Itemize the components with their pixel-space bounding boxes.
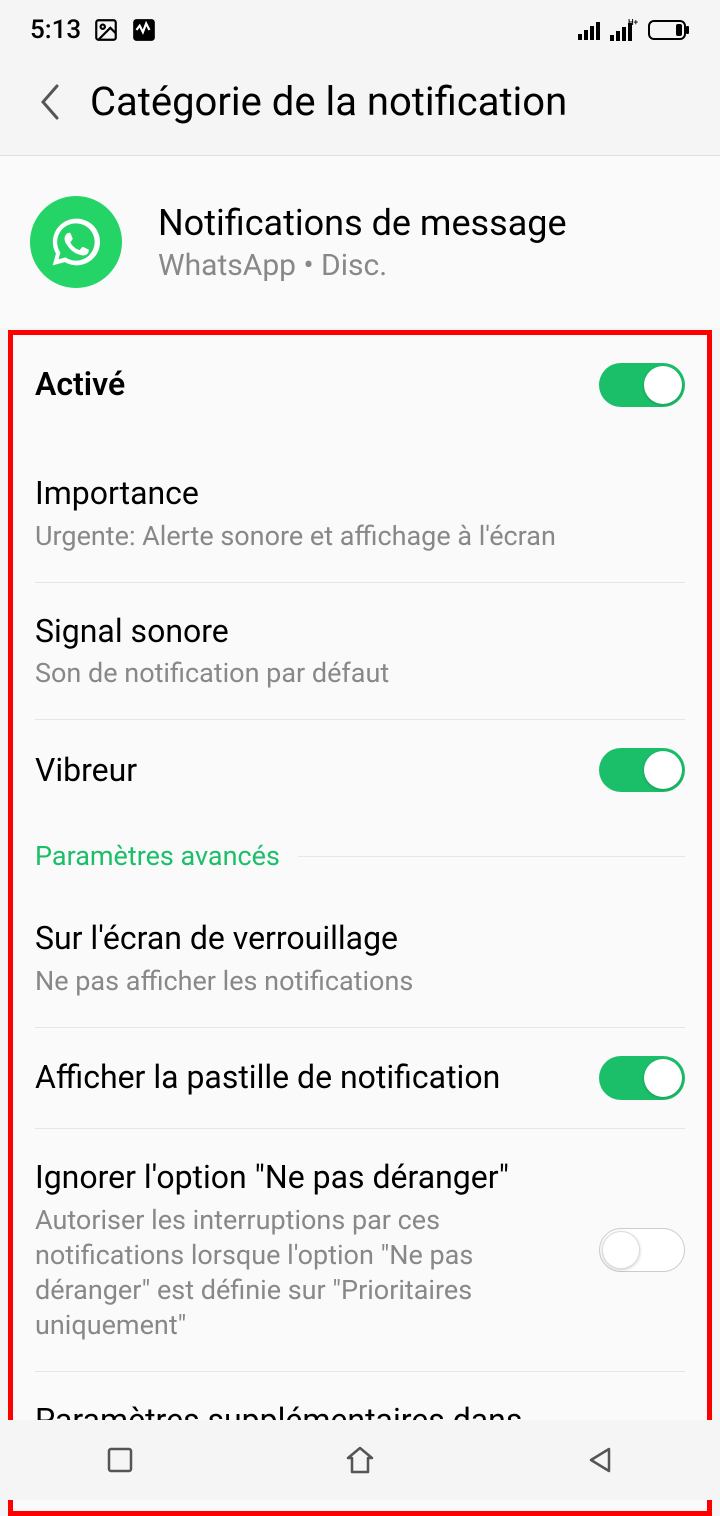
row-dnd[interactable]: Ignorer l'option "Ne pas déranger" Autor… (35, 1129, 685, 1372)
recent-apps-button[interactable] (100, 1440, 140, 1480)
app-header-section: Notifications de message WhatsApp • Disc… (0, 156, 720, 328)
channel-title: Notifications de message (158, 202, 567, 244)
row-vibrate[interactable]: Vibreur (35, 720, 685, 820)
activity-icon (131, 17, 157, 43)
home-button[interactable] (340, 1440, 380, 1480)
row-sound[interactable]: Signal sonore Son de notification par dé… (35, 583, 685, 721)
toggle-vibrate[interactable] (599, 748, 685, 792)
home-icon (344, 1444, 376, 1476)
channel-subtitle: WhatsApp • Disc. (158, 248, 567, 283)
whatsapp-icon (30, 196, 122, 288)
lockscreen-title: Sur l'écran de verrouillage (35, 918, 665, 960)
dnd-sub: Autoriser les interruptions par ces noti… (35, 1203, 579, 1343)
status-bar: 5:13 H+ (0, 0, 720, 60)
row-importance[interactable]: Importance Urgente: Alerte sonore et aff… (35, 435, 685, 583)
system-navbar (0, 1420, 720, 1500)
triangle-left-icon (585, 1445, 615, 1475)
sound-sub: Son de notification par défaut (35, 656, 665, 691)
toggle-dnd[interactable] (599, 1228, 685, 1272)
app-info: Notifications de message WhatsApp • Disc… (158, 202, 567, 283)
status-left: 5:13 (30, 15, 157, 45)
lockscreen-sub: Ne pas afficher les notifications (35, 964, 665, 999)
enabled-label: Activé (35, 364, 579, 406)
back-nav-button[interactable] (580, 1440, 620, 1480)
square-icon (105, 1445, 135, 1475)
row-badge[interactable]: Afficher la pastille de notification (35, 1028, 685, 1129)
importance-sub: Urgente: Alerte sonore et affichage à l'… (35, 519, 665, 554)
photo-icon (93, 17, 119, 43)
settings-panel: Activé Importance Urgente: Alerte sonore… (8, 330, 712, 1516)
importance-title: Importance (35, 473, 665, 515)
divider (298, 856, 685, 857)
dnd-title: Ignorer l'option "Ne pas déranger" (35, 1157, 579, 1199)
vibrate-title: Vibreur (35, 750, 579, 792)
signal2-icon: H+ (610, 19, 640, 41)
page-header: Catégorie de la notification (0, 60, 720, 156)
chevron-left-icon (37, 82, 63, 122)
sound-title: Signal sonore (35, 611, 665, 653)
signal-icon (578, 20, 602, 40)
status-right: H+ (578, 19, 690, 41)
advanced-label: Paramètres avancés (35, 840, 280, 872)
row-lockscreen[interactable]: Sur l'écran de verrouillage Ne pas affic… (35, 880, 685, 1028)
battery-icon (648, 20, 690, 40)
status-time: 5:13 (30, 15, 81, 45)
advanced-header: Paramètres avancés (13, 820, 707, 880)
back-button[interactable] (30, 82, 70, 122)
page-title: Catégorie de la notification (90, 78, 567, 125)
badge-title: Afficher la pastille de notification (35, 1057, 579, 1099)
toggle-enabled[interactable] (599, 363, 685, 407)
toggle-badge[interactable] (599, 1056, 685, 1100)
row-enabled[interactable]: Activé (35, 335, 685, 435)
